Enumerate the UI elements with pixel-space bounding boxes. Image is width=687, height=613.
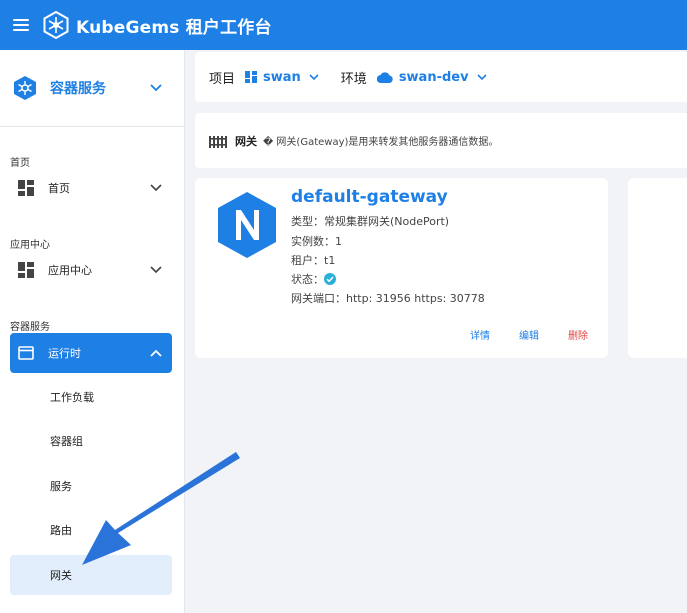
chevron-down-icon — [150, 84, 162, 92]
app-title: KubeGems 租户工作台 — [76, 17, 272, 38]
project-icon — [245, 71, 258, 83]
module-switcher[interactable]: 容器服务 — [0, 50, 184, 127]
sidebar-subitem-service[interactable]: 服务 — [10, 466, 172, 506]
delete-button[interactable]: 删除 — [568, 327, 588, 342]
chevron-up-icon — [150, 349, 162, 357]
status-label: 状态： — [291, 273, 324, 286]
gate-icon — [209, 135, 227, 148]
gateway-card: default-gateway 类型：常规集群网关(NodePort) 实例数：… — [195, 178, 608, 358]
window-icon — [18, 346, 34, 360]
sidebar-subitem-workload[interactable]: 工作负载 — [10, 377, 172, 417]
dashboard-icon — [18, 262, 34, 278]
section-title: 网关 — [235, 134, 257, 148]
gateway-card-add[interactable] — [628, 178, 687, 358]
gateway-section-header: 网关 � 网关(Gateway)是用来转发其他服务器通信数据。 — [195, 113, 687, 168]
cloud-icon — [376, 71, 393, 83]
project-select[interactable]: swan — [245, 70, 319, 85]
module-title: 容器服务 — [50, 81, 106, 97]
detail-button[interactable]: 详情 — [470, 327, 490, 342]
gateway-tenant: 租户：t1 — [291, 254, 336, 267]
group-label-home: 首页 — [10, 158, 30, 169]
app-bar: KubeGems 租户工作台 — [0, 0, 687, 50]
section-description: � 网关(Gateway)是用来转发其他服务器通信数据。 — [263, 137, 499, 148]
context-filter-bar: 项目 swan 环境 swan-dev — [195, 52, 687, 102]
gateway-ports: 网关端口：http: 31956 https: 30778 — [291, 292, 485, 305]
sidebar-item-label: 首页 — [48, 182, 70, 195]
project-label: 项目 — [209, 71, 236, 87]
sidebar-item-home[interactable]: 首页 — [10, 168, 172, 208]
edit-button[interactable]: 编辑 — [519, 327, 539, 342]
gateway-type: 类型：常规集群网关(NodePort) — [291, 215, 450, 228]
kubegems-logo — [43, 11, 69, 39]
group-label-container: 容器服务 — [10, 322, 50, 333]
sidebar-item-label: 运行时 — [48, 347, 81, 360]
chevron-down-icon — [150, 266, 162, 274]
gateway-replicas: 实例数：1 — [291, 235, 342, 248]
env-select[interactable]: swan-dev — [376, 69, 487, 85]
sidebar-item-app-center[interactable]: 应用中心 — [10, 250, 172, 290]
group-label-app-center: 应用中心 — [10, 240, 50, 251]
env-label: 环境 — [340, 71, 367, 87]
helm-icon — [14, 76, 36, 100]
gateway-name[interactable]: default-gateway — [291, 187, 448, 207]
dashboard-icon — [18, 180, 34, 196]
chevron-down-icon — [477, 73, 487, 80]
sidebar: 容器服务 首页 首页 应用中心 应用中心 容器服务 运行时 工作负载 容器组 服… — [0, 50, 185, 613]
sidebar-subitem-pod[interactable]: 容器组 — [10, 421, 172, 461]
check-circle-icon — [324, 273, 336, 285]
sidebar-subitem-route[interactable]: 路由 — [10, 510, 172, 550]
sidebar-item-runtime[interactable]: 运行时 — [10, 333, 172, 373]
gateway-status: 状态： — [291, 271, 336, 287]
project-value: swan — [263, 69, 301, 85]
menu-icon[interactable] — [0, 0, 42, 50]
sidebar-item-label: 应用中心 — [48, 264, 92, 277]
chevron-down-icon — [150, 184, 162, 192]
chevron-down-icon — [309, 73, 319, 80]
nginx-icon — [218, 192, 276, 258]
env-value: swan-dev — [398, 69, 469, 85]
sidebar-subitem-gateway[interactable]: 网关 — [10, 555, 172, 595]
